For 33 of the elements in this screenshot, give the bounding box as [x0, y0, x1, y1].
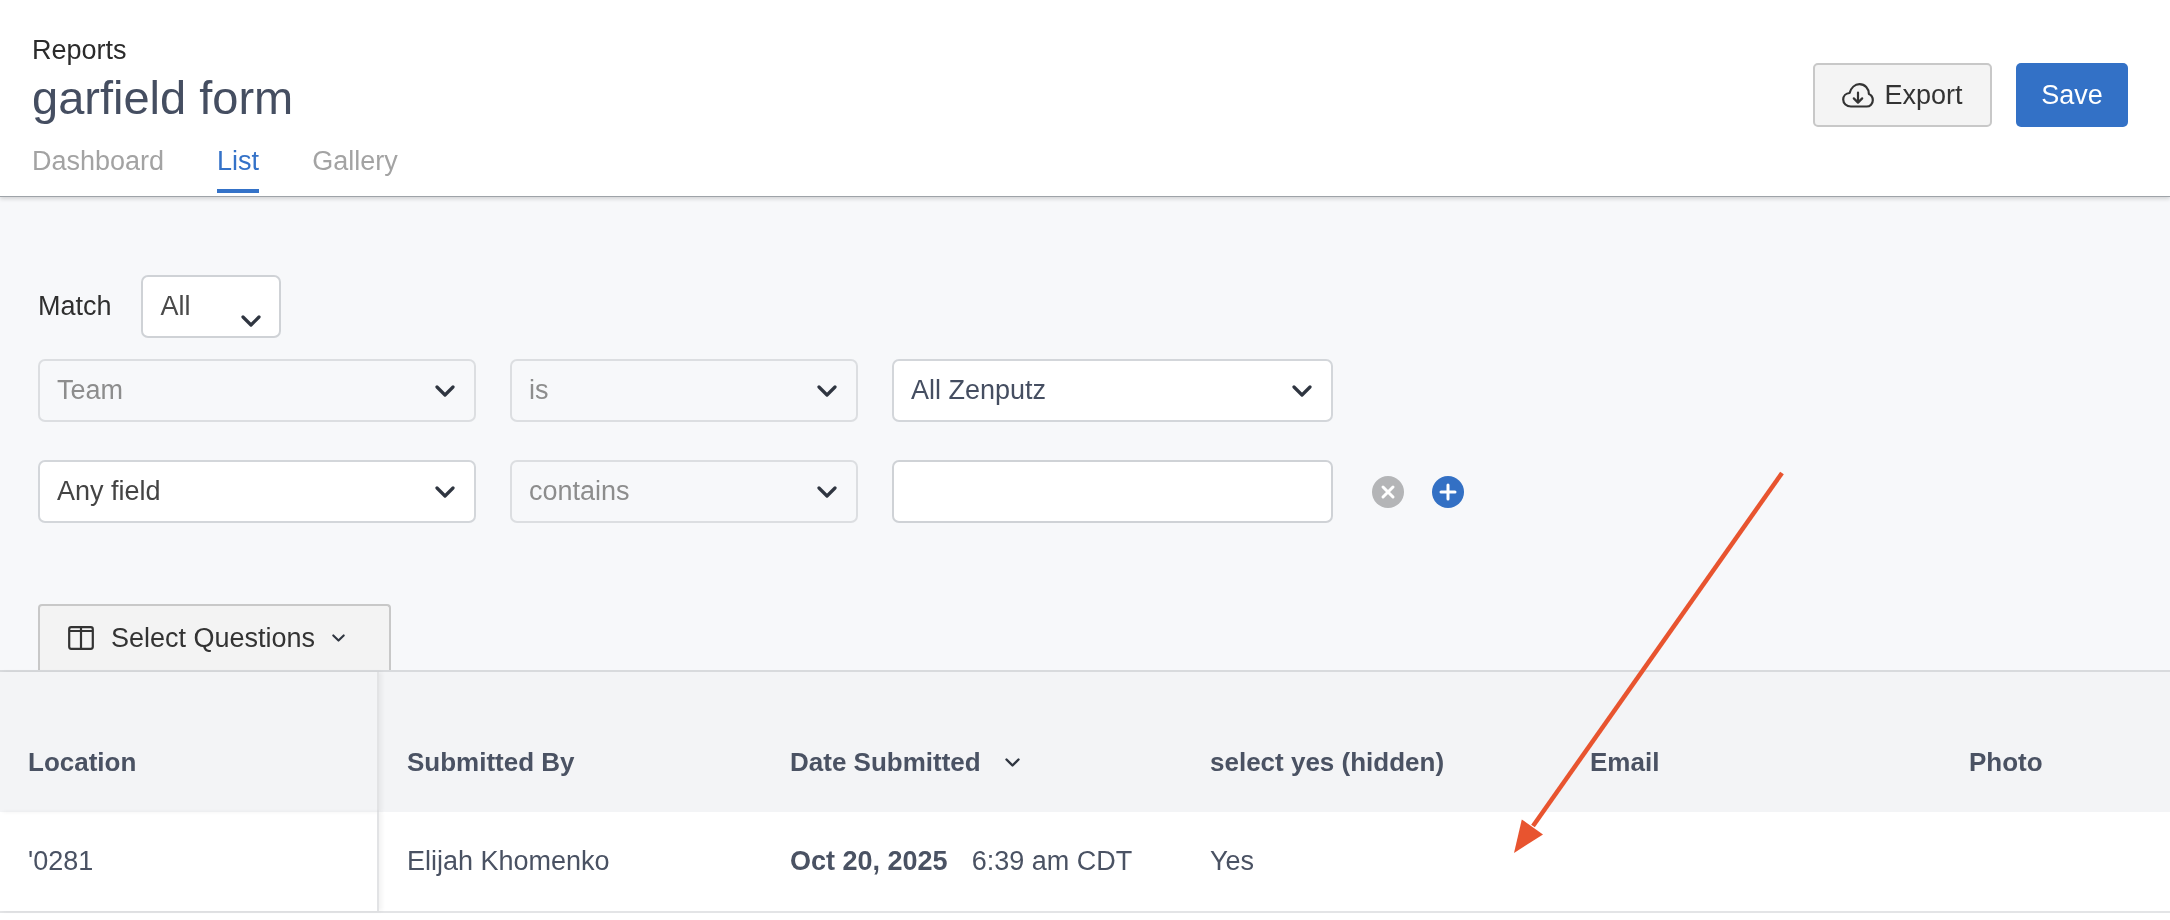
columns-icon: [68, 626, 94, 650]
match-dropdown[interactable]: All: [140, 275, 281, 338]
time-text: 6:39 am CDT: [971, 846, 1133, 877]
cloud-download-icon: [1842, 82, 1875, 108]
table-cell-text: Elijah Khomenko: [406, 845, 610, 878]
filter-value-dropdown[interactable]: All Zenputz: [892, 359, 1333, 422]
tab[interactable]: List: [217, 145, 260, 193]
chevron-down-icon: [1292, 384, 1312, 397]
chevron-down-icon: [817, 485, 837, 498]
filter-value-field[interactable]: [892, 460, 1333, 523]
column-header[interactable]: Location: [28, 747, 137, 777]
column-header[interactable]: Submitted By: [407, 747, 575, 777]
chevron-down-icon: [240, 314, 261, 327]
breadcrumb-text: Reports: [32, 34, 128, 66]
chevron-down-icon: [817, 384, 837, 397]
column-header[interactable]: Photo: [1969, 747, 2043, 777]
page-title: garfield form: [32, 72, 295, 124]
date-text: Oct 20, 2025: [790, 846, 948, 877]
clear-icon[interactable]: [1372, 475, 1404, 508]
chevron-down-icon: [435, 384, 455, 397]
match-label: Match: [38, 291, 112, 322]
filter-field-dropdown[interactable]: Any field: [38, 460, 476, 523]
add-icon[interactable]: [1432, 475, 1464, 508]
column-header[interactable]: select yes (hidden): [1210, 747, 1445, 777]
table-cell-text: '0281: [27, 845, 94, 878]
chevron-down-icon: [435, 485, 455, 498]
save-button[interactable]: Save: [2016, 63, 2128, 127]
column-header[interactable]: Email: [1590, 747, 1660, 777]
table-cell-text: Yes: [1209, 845, 1255, 878]
export-button[interactable]: Export: [1813, 63, 1992, 127]
select-questions-button[interactable]: Select Questions: [38, 604, 391, 670]
column-header[interactable]: Date Submitted: [790, 747, 981, 777]
chevron-down-icon: [332, 634, 346, 642]
